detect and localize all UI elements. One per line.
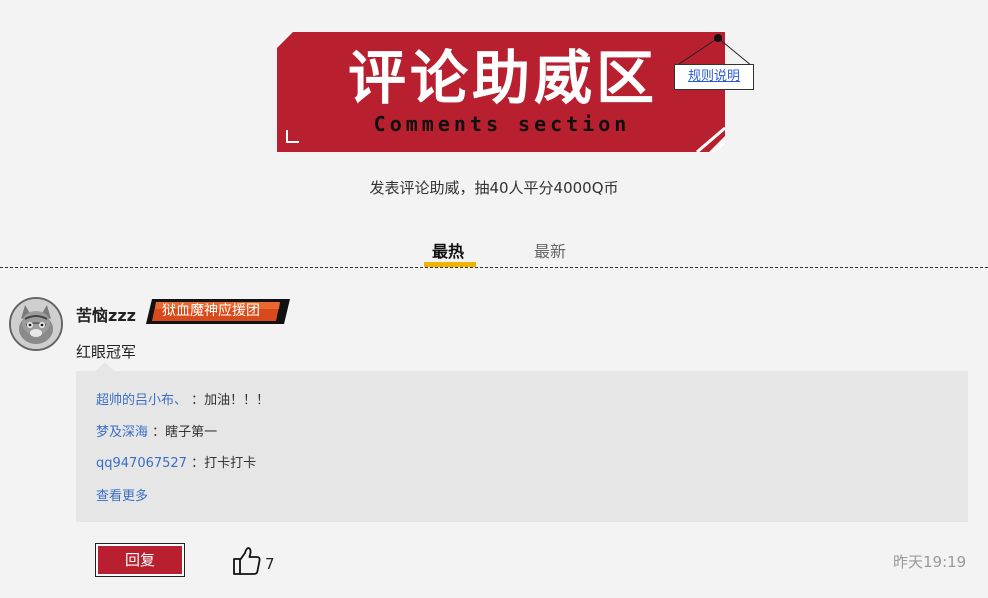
reply-author[interactable]: 超帅的吕小布、	[96, 393, 187, 408]
banner-subtitle: Comments section	[373, 112, 631, 136]
reply-author[interactable]: qq947067527	[96, 456, 187, 471]
page: 评论助威区 Comments section 规则说明 发表评论助威，抽40人平…	[0, 0, 988, 598]
tabs-divider	[0, 267, 988, 268]
pin-icon	[675, 34, 753, 67]
view-more-link[interactable]: 查看更多	[96, 485, 148, 504]
fan-club-badge: 狱血魔神应援团	[146, 299, 290, 324]
like-count: 7	[265, 555, 275, 573]
comment-body: 红眼冠军	[76, 343, 137, 361]
banner-title: 评论助威区	[347, 44, 658, 112]
reply-text: ：打卡打卡	[191, 456, 257, 471]
tab-hottest[interactable]: 最热	[432, 238, 464, 262]
thumbs-up-icon	[233, 547, 261, 575]
rules-link[interactable]: 规则说明	[674, 64, 754, 90]
reply-author[interactable]: 梦及深海	[96, 425, 148, 440]
comments-banner: 评论助威区 Comments section	[277, 32, 725, 152]
cat-avatar-icon	[11, 299, 61, 349]
reply-text: ：瞎子第一	[152, 425, 218, 440]
reply-item: qq947067527 ：打卡打卡	[96, 452, 256, 471]
comment-timestamp: 昨天19:19	[893, 553, 967, 571]
comment-username[interactable]: 苦恼zzz	[76, 302, 136, 326]
like-button[interactable]	[232, 546, 262, 576]
promo-subtitle: 发表评论助威，抽40人平分4000Q币	[369, 179, 619, 197]
reply-button[interactable]: 回复	[95, 543, 185, 577]
replies-caret	[96, 362, 114, 371]
badge-label: 狱血魔神应援团	[162, 303, 260, 319]
reply-text: ：加油！！！	[191, 393, 270, 408]
tab-newest[interactable]: 最新	[534, 238, 566, 262]
avatar[interactable]	[9, 297, 63, 351]
replies-panel: 超帅的吕小布、 ：加油！！！ 梦及深海 ：瞎子第一 qq947067527 ：打…	[76, 371, 968, 522]
reply-item: 梦及深海 ：瞎子第一	[96, 421, 217, 440]
reply-item: 超帅的吕小布、 ：加油！！！	[96, 389, 269, 408]
